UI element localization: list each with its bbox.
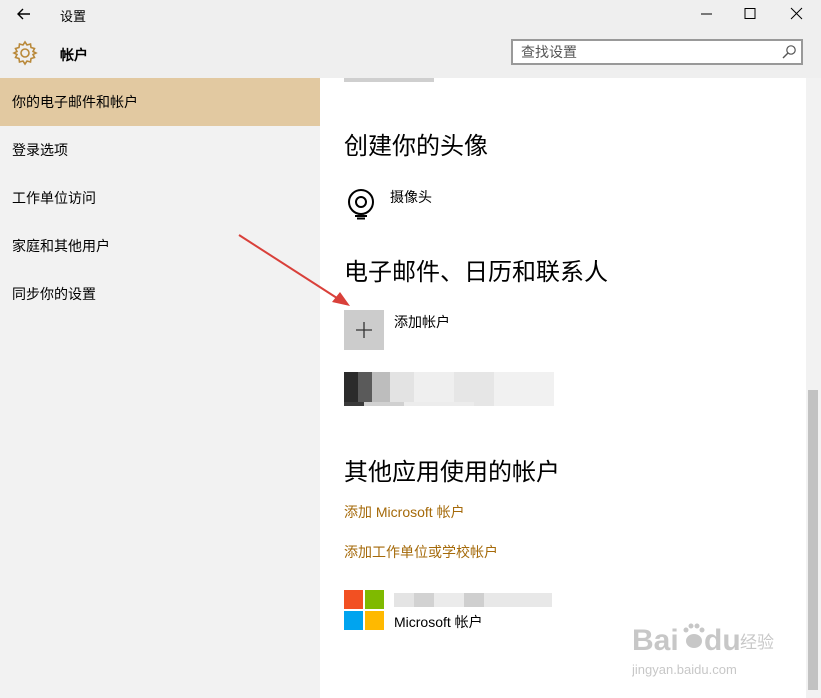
sidebar-item-sign-in-options[interactable]: 登录选项 [0,126,320,174]
ms-logo-yellow [365,611,384,630]
svg-text:du: du [704,624,741,657]
svg-text:经验: 经验 [740,633,774,653]
maximize-icon [744,8,756,19]
main-content: 创建你的头像 摄像头 电子邮件、日历和联系人 添加帐户 其他应用使用的帐户 添加… [320,78,806,698]
close-icon [790,7,803,20]
baidu-paw-logo: Bai du 经验 jingyan.baidu.com [631,623,774,677]
search-box[interactable] [511,39,803,65]
page-header: 帐户 [0,28,821,78]
sidebar-item-email-accounts[interactable]: 你的电子邮件和帐户 [0,78,320,126]
page-title: 帐户 [60,47,88,63]
ms-logo-blue [344,611,363,630]
title-bar: 设置 [0,0,821,28]
minimize-icon [701,13,712,15]
microsoft-account-label: Microsoft 帐户 [394,614,483,630]
sidebar-item-label: 家庭和其他用户 [12,238,110,254]
annotation-arrow-icon [238,234,350,306]
redacted-account-email [394,593,552,607]
sidebar-item-label: 登录选项 [12,142,68,158]
baidu-watermark: Bai du 经验 jingyan.baidu.com [631,614,782,684]
microsoft-logo-icon [344,590,384,630]
sidebar-item-work-access[interactable]: 工作单位访问 [0,174,320,222]
email-section-heading: 电子邮件、日历和联系人 [344,259,608,286]
close-button[interactable] [773,0,819,28]
add-work-account-link[interactable]: 添加工作单位或学校帐户 [344,542,498,562]
camera-icon[interactable] [344,188,378,222]
maximize-button[interactable] [727,0,773,28]
back-arrow-icon[interactable] [14,4,34,24]
add-account-button[interactable] [344,310,384,350]
window-title: 设置 [60,9,87,24]
previous-content-edge [344,78,434,82]
plus-icon [356,322,372,338]
add-account-label[interactable]: 添加帐户 [394,312,450,332]
ms-logo-green [365,590,384,609]
ms-logo-red [344,590,363,609]
search-icon[interactable] [781,44,797,60]
scrollbar-thumb[interactable] [808,390,818,690]
avatar-section-heading: 创建你的头像 [344,133,488,160]
sidebar-item-label: 你的电子邮件和帐户 [12,94,138,110]
add-microsoft-account-link[interactable]: 添加 Microsoft 帐户 [344,502,465,522]
gear-icon [12,40,38,66]
sidebar-item-label: 工作单位访问 [12,190,96,206]
redacted-account[interactable] [344,372,554,406]
search-input[interactable] [521,43,771,61]
minimize-button[interactable] [683,0,729,28]
other-apps-section-heading: 其他应用使用的帐户 [344,459,560,486]
sidebar-item-label: 同步你的设置 [12,286,96,302]
camera-label[interactable]: 摄像头 [390,187,432,207]
scrollbar[interactable] [806,78,821,698]
svg-text:jingyan.baidu.com: jingyan.baidu.com [632,662,737,677]
svg-text:Bai: Bai [632,624,679,657]
sidebar: 你的电子邮件和帐户 登录选项 工作单位访问 家庭和其他用户 同步你的设置 [0,78,320,698]
